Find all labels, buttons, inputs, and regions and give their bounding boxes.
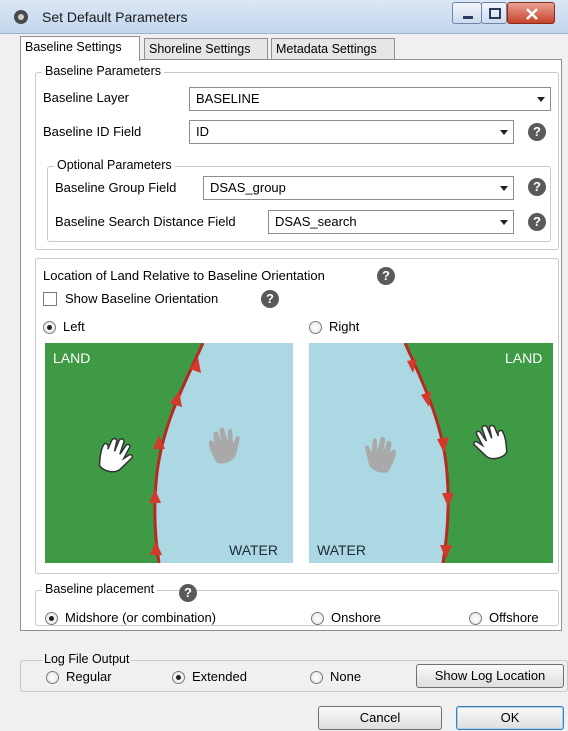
baseline-group-label: Baseline Group Field [55,180,177,195]
baseline-parameters-legend: Baseline Parameters [42,64,165,78]
left-land-illustration[interactable]: LAND WATER [45,343,293,563]
baseline-layer-value: BASELINE [196,91,260,106]
help-icon[interactable]: ? [528,123,546,141]
chevron-down-icon [500,130,508,135]
right-radio-label: Right [329,319,360,334]
log-extended-label: Extended [192,669,247,684]
minimize-icon [463,16,473,19]
log-extended-radio[interactable] [172,671,185,684]
chevron-down-icon [500,186,508,191]
chevron-down-icon [537,97,545,102]
offshore-label: Offshore [489,610,539,625]
baseline-id-value: ID [196,124,209,139]
midshore-radio[interactable] [45,612,58,625]
left-radio[interactable] [43,321,56,334]
midshore-label: Midshore (or combination) [65,610,217,625]
chevron-down-icon [500,220,508,225]
help-icon[interactable]: ? [261,290,279,308]
baseline-layer-label: Baseline Layer [43,90,129,105]
onshore-radio[interactable] [311,612,324,625]
ok-button[interactable]: OK [456,706,564,730]
baseline-id-dropdown[interactable]: ID [189,120,514,144]
baseline-search-label: Baseline Search Distance Field [55,214,236,229]
app-icon [14,10,28,24]
land-label: LAND [53,350,90,366]
onshore-label: Onshore [331,610,381,625]
maximize-icon [489,8,501,19]
baseline-group-dropdown[interactable]: DSAS_group [203,176,514,200]
title-bar: Set Default Parameters [0,0,568,34]
log-none-label: None [330,669,362,684]
help-icon[interactable]: ? [377,267,395,285]
help-icon[interactable]: ? [179,584,197,602]
help-icon[interactable]: ? [528,178,546,196]
baseline-id-label: Baseline ID Field [43,124,142,139]
left-radio-label: Left [63,319,85,334]
show-orientation-label: Show Baseline Orientation [65,291,219,306]
tab-shoreline-settings[interactable]: Shoreline Settings [144,38,268,60]
tab-metadata-settings[interactable]: Metadata Settings [271,38,395,60]
offshore-radio[interactable] [469,612,482,625]
close-button[interactable] [507,2,555,24]
right-radio[interactable] [309,321,322,334]
help-icon[interactable]: ? [528,213,546,231]
baseline-settings-panel: Baseline Parameters Baseline Layer BASEL… [20,59,562,631]
optional-parameters-legend: Optional Parameters [54,158,175,172]
log-file-output-legend: Log File Output [42,652,132,666]
minimize-button[interactable] [452,2,482,24]
location-title: Location of Land Relative to Baseline Or… [43,268,325,283]
log-none-radio[interactable] [310,671,323,684]
baseline-layer-dropdown[interactable]: BASELINE [189,87,551,111]
maximize-button[interactable] [481,2,507,24]
right-land-illustration[interactable]: LAND WATER [309,343,553,563]
baseline-search-value: DSAS_search [275,214,357,229]
baseline-placement-legend: Baseline placement [42,582,158,596]
tab-baseline-settings[interactable]: Baseline Settings [20,36,140,61]
water-label: WATER [229,542,278,558]
window-title: Set Default Parameters [42,9,188,25]
water-label: WATER [317,542,366,558]
cancel-button[interactable]: Cancel [318,706,442,730]
land-label: LAND [505,350,542,366]
baseline-group-value: DSAS_group [210,180,286,195]
show-log-location-button[interactable]: Show Log Location [416,664,564,688]
show-orientation-checkbox[interactable] [43,292,57,306]
log-regular-label: Regular [66,669,112,684]
baseline-search-dropdown[interactable]: DSAS_search [268,210,514,234]
close-icon [526,8,538,20]
log-regular-radio[interactable] [46,671,59,684]
